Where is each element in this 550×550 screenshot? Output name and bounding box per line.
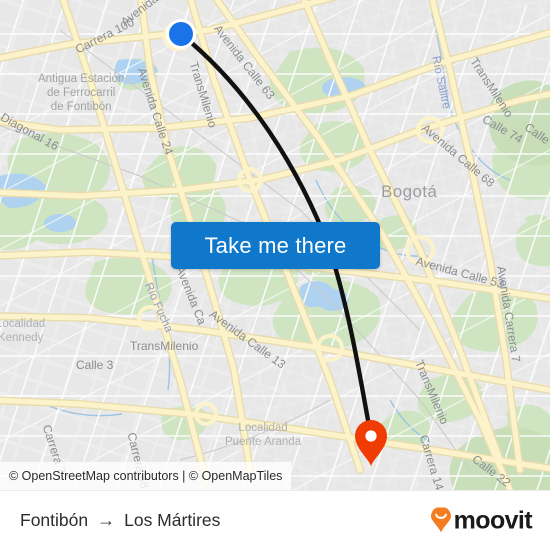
route-destination: Los Mártires [124,510,221,530]
take-me-there-button[interactable]: Take me there [171,222,380,269]
map-attribution[interactable]: © OpenStreetMap contributors | © OpenMap… [0,462,292,490]
moovit-wordmark: moovit [453,506,533,534]
moovit-logo[interactable]: moovit [430,506,533,535]
origin-marker [166,19,196,49]
footer-bar: Fontibón → Los Mártires moovit [0,490,550,550]
map-canvas[interactable]: Carrera 100Avenida Calle 26Avenida Calle… [0,0,550,490]
route-origin: Fontibón [20,510,89,530]
route-arrow-icon: → [97,510,116,530]
moovit-map-screen: Carrera 100Avenida Calle 26Avenida Calle… [0,0,550,550]
route-summary: Fontibón → Los Mártires [20,510,220,531]
moovit-pin-icon [430,507,451,533]
